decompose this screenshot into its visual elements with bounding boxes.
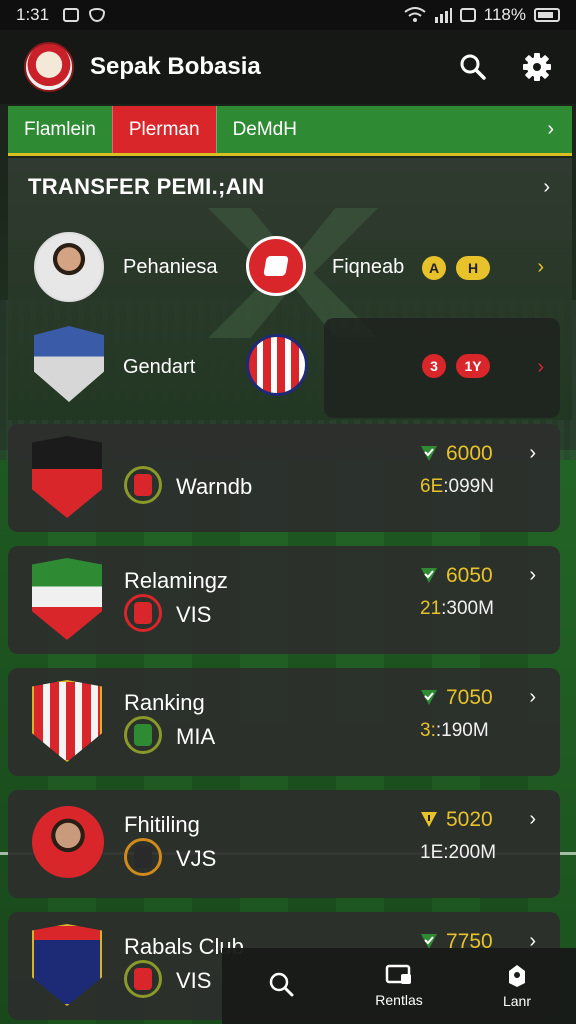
tab-plerman[interactable]: Plerman bbox=[111, 106, 216, 153]
wifi-icon bbox=[404, 7, 426, 22]
market-value: 21:300M bbox=[420, 598, 494, 619]
club-code: VIS bbox=[176, 968, 212, 993]
transfer-panel: TRANSFER PEMI.;AIN › Pehaniesa Fiqneab A… bbox=[8, 158, 572, 420]
check-icon bbox=[421, 446, 437, 461]
player-score: 6000 bbox=[446, 442, 493, 465]
shield-status-icon bbox=[89, 8, 106, 22]
app-header: Sepak Bobasia bbox=[0, 30, 576, 104]
search-icon bbox=[269, 972, 294, 997]
status-time: 1:31 bbox=[16, 5, 50, 24]
sim-icon bbox=[459, 8, 476, 22]
nav-search[interactable] bbox=[222, 971, 340, 1001]
player-name: Fhitiling bbox=[124, 812, 200, 837]
monitor-icon bbox=[385, 964, 411, 984]
market-value: 1E:200M bbox=[420, 842, 497, 863]
section-title: TRANSFER PEMI.;AIN bbox=[28, 174, 265, 199]
list-item[interactable]: Ranking MIA 7050 3::190M › bbox=[8, 668, 560, 776]
transfer-icon bbox=[246, 236, 306, 296]
club-code: VIS bbox=[176, 602, 212, 627]
player-name: Gendart bbox=[123, 356, 196, 378]
market-value: 6E:099N bbox=[420, 476, 494, 497]
club-badge bbox=[124, 716, 162, 754]
warning-icon bbox=[421, 812, 437, 827]
status-badge: H bbox=[456, 256, 490, 280]
player-name: Pehaniesa bbox=[123, 256, 218, 278]
status-badge: A bbox=[422, 256, 446, 280]
player-score: 7050 bbox=[446, 686, 493, 709]
bottom-nav: Rentlas Lanr bbox=[222, 948, 576, 1024]
player-avatar bbox=[34, 232, 104, 302]
list-item[interactable]: Warndb 6000 6E:099N › bbox=[8, 424, 560, 532]
club-crest bbox=[32, 436, 102, 518]
chevron-right-icon[interactable]: › bbox=[537, 356, 544, 379]
settings-button[interactable] bbox=[522, 52, 552, 82]
status-badge: 3 bbox=[422, 354, 446, 378]
nav-rentlas[interactable]: Rentlas bbox=[340, 964, 458, 1008]
transfer-row[interactable]: Pehaniesa Fiqneab A H › bbox=[8, 222, 572, 312]
club-crest bbox=[32, 680, 102, 762]
player-avatar bbox=[32, 806, 104, 878]
status-badge: 1Y bbox=[456, 354, 490, 378]
club-name: Relamingz bbox=[124, 568, 228, 593]
player-score: 5020 bbox=[446, 808, 493, 831]
notification-icon bbox=[63, 8, 80, 22]
player-score: 6050 bbox=[446, 564, 493, 587]
profile-icon bbox=[509, 965, 525, 987]
club-code: Warndb bbox=[176, 474, 253, 499]
chevron-right-icon[interactable]: › bbox=[547, 118, 572, 141]
club-crest bbox=[32, 924, 102, 1006]
nav-label: Lanr bbox=[502, 993, 532, 1009]
transfer-row[interactable]: Gendart 3 1Y › bbox=[8, 326, 572, 416]
status-bar: 1:31 118% bbox=[0, 0, 576, 30]
club-badge bbox=[124, 594, 162, 632]
club-badge bbox=[124, 466, 162, 504]
search-icon bbox=[460, 54, 486, 80]
club-crest bbox=[32, 558, 102, 640]
gear-icon bbox=[523, 53, 551, 81]
chevron-right-icon[interactable]: › bbox=[529, 686, 536, 709]
battery-percentage: 118% bbox=[483, 5, 526, 24]
app-logo bbox=[24, 42, 74, 92]
club-badge bbox=[124, 838, 162, 876]
tab-flamlein[interactable]: Flamlein bbox=[8, 106, 112, 153]
chevron-right-icon[interactable]: › bbox=[543, 176, 550, 199]
list-item[interactable]: Fhitiling VJS 5020 1E:200M › bbox=[8, 790, 560, 898]
nav-lanr[interactable]: Lanr bbox=[458, 963, 576, 1009]
chevron-right-icon[interactable]: › bbox=[529, 442, 536, 465]
chevron-right-icon[interactable]: › bbox=[529, 564, 536, 587]
club-logo bbox=[246, 334, 308, 396]
check-icon bbox=[421, 568, 437, 583]
tab-demdh[interactable]: DeMdH bbox=[215, 106, 313, 153]
battery-icon bbox=[534, 8, 560, 22]
search-button[interactable] bbox=[458, 52, 488, 82]
list-item[interactable]: Relamingz VIS 6050 21:300M › bbox=[8, 546, 560, 654]
chevron-right-icon[interactable]: › bbox=[537, 256, 544, 279]
club-name: Ranking bbox=[124, 690, 205, 715]
club-badge bbox=[124, 960, 162, 998]
app-title: Sepak Bobasia bbox=[90, 53, 261, 80]
club-code: MIA bbox=[176, 724, 216, 749]
chevron-right-icon[interactable]: › bbox=[529, 808, 536, 831]
tab-bar: Flamlein Plerman DeMdH › bbox=[8, 106, 572, 156]
signal-icon bbox=[434, 8, 452, 23]
player-crest bbox=[34, 326, 104, 402]
club-code: VJS bbox=[176, 846, 217, 871]
market-value: 3::190M bbox=[420, 720, 489, 741]
destination-club: Fiqneab bbox=[332, 256, 405, 278]
check-icon bbox=[421, 690, 437, 705]
nav-label: Rentlas bbox=[375, 992, 423, 1008]
